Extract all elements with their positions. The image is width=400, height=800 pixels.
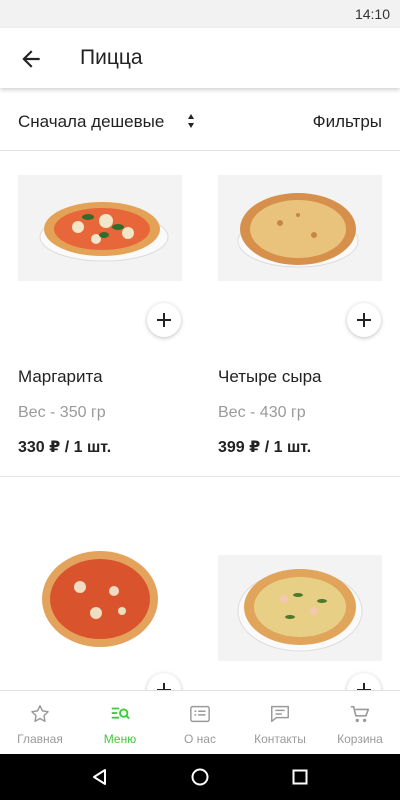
sort-dropdown[interactable]: Сначала дешевые xyxy=(18,112,164,132)
add-to-cart-button[interactable] xyxy=(147,673,181,691)
product-card[interactable] xyxy=(218,477,398,691)
status-bar: 14:10 xyxy=(0,0,400,28)
star-icon xyxy=(31,705,49,722)
system-navigation-bar xyxy=(0,754,400,800)
product-image-mixed[interactable] xyxy=(218,555,382,661)
pizza-image xyxy=(18,547,182,653)
nav-label: Корзина xyxy=(337,732,383,746)
product-card[interactable] xyxy=(18,477,198,691)
product-card[interactable]: Маргарита Вес - 350 гр 330 ₽ / 1 шт. xyxy=(18,151,198,476)
arrow-left-icon[interactable] xyxy=(18,46,44,72)
nav-item-home[interactable]: Главная xyxy=(0,691,80,755)
nav-item-about[interactable]: О нас xyxy=(160,691,240,755)
product-name: Четыре сыра xyxy=(218,367,322,386)
product-image-four-cheese[interactable] xyxy=(218,175,382,281)
pizza-image xyxy=(218,175,382,281)
plus-icon xyxy=(157,313,171,327)
page-title: Пицца xyxy=(80,46,143,69)
product-price: 330 ₽ / 1 шт. xyxy=(18,439,112,456)
nav-label: О нас xyxy=(184,732,216,746)
nav-item-menu[interactable]: Меню xyxy=(80,691,160,755)
nav-item-contacts[interactable]: Контакты xyxy=(240,691,320,755)
filters-button[interactable]: Фильтры xyxy=(313,112,382,132)
product-name: Маргарита xyxy=(18,367,103,386)
list-card-icon xyxy=(190,705,210,723)
menu-search-icon xyxy=(111,707,130,720)
sort-bar: Сначала дешевые Фильтры xyxy=(0,96,400,151)
pizza-image xyxy=(218,555,382,661)
plus-icon xyxy=(357,683,371,691)
product-row: Маргарита Вес - 350 гр 330 ₽ / 1 шт. Чет… xyxy=(0,151,400,477)
nav-label: Главная xyxy=(17,732,63,746)
home-circle-icon[interactable] xyxy=(190,767,210,787)
product-image-margherita[interactable] xyxy=(18,175,182,281)
chat-icon xyxy=(271,705,289,723)
bottom-navigation: Главная Меню О нас Контакты Корзина xyxy=(0,690,400,755)
cart-icon xyxy=(350,705,370,723)
pizza-image xyxy=(18,175,182,281)
product-row xyxy=(0,477,400,691)
nav-item-cart[interactable]: Корзина xyxy=(320,691,400,755)
product-weight: Вес - 430 гр xyxy=(218,404,306,421)
status-time: 14:10 xyxy=(354,6,390,22)
app-bar: Пицца xyxy=(0,28,400,88)
recents-square-icon[interactable] xyxy=(290,767,310,787)
nav-label: Меню xyxy=(103,732,137,746)
add-to-cart-button[interactable] xyxy=(347,673,381,691)
back-triangle-icon[interactable] xyxy=(90,767,110,787)
product-price: 399 ₽ / 1 шт. xyxy=(218,439,312,456)
add-to-cart-button[interactable] xyxy=(347,303,381,337)
product-image-pepperoni[interactable] xyxy=(18,547,182,653)
product-card[interactable]: Четыре сыра Вес - 430 гр 399 ₽ / 1 шт. xyxy=(218,151,398,476)
add-to-cart-button[interactable] xyxy=(147,303,181,337)
plus-icon xyxy=(357,313,371,327)
product-weight: Вес - 350 гр xyxy=(18,404,106,421)
sort-arrows-icon[interactable] xyxy=(185,113,197,129)
nav-label: Контакты xyxy=(254,732,306,746)
plus-icon xyxy=(157,683,171,691)
product-grid: Маргарита Вес - 350 гр 330 ₽ / 1 шт. Чет… xyxy=(0,151,400,691)
